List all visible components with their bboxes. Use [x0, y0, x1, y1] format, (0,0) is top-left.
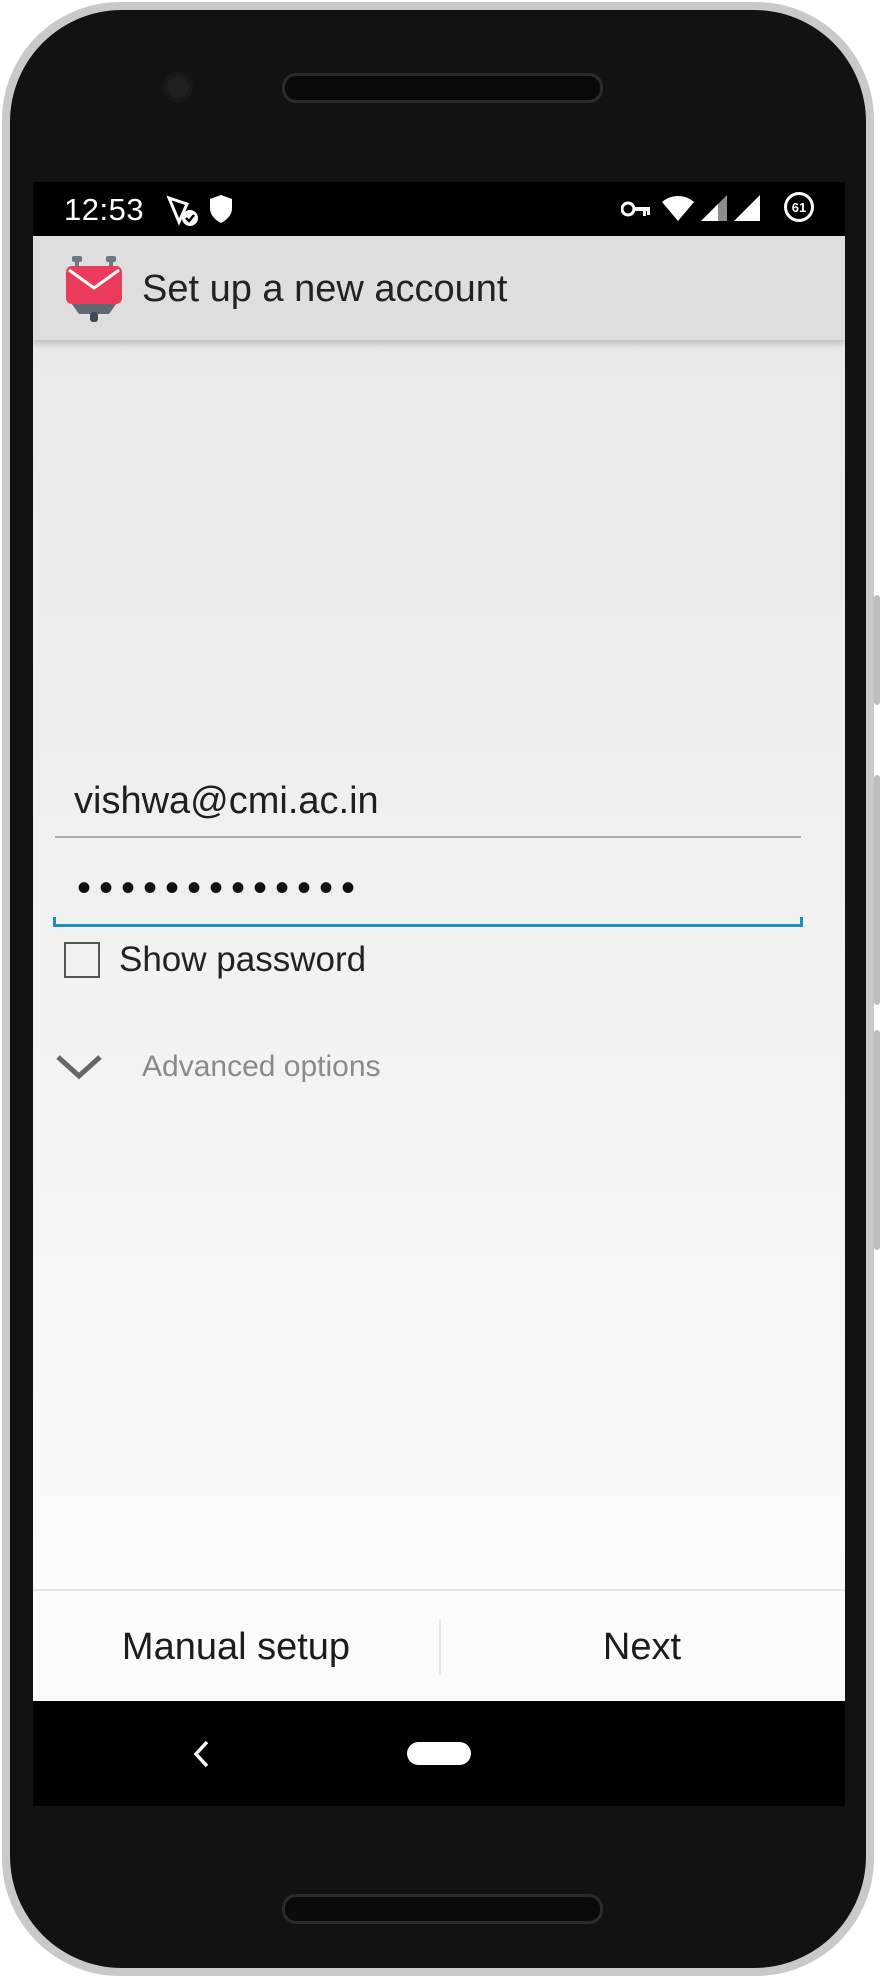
show-password-checkbox[interactable] — [64, 942, 100, 978]
password-field[interactable]: ••••••••••••• — [53, 858, 803, 927]
app-bar: Set up a new account — [33, 236, 845, 340]
signal-icon — [701, 195, 727, 221]
volume-up-button — [874, 775, 880, 1005]
satellite-check-icon — [166, 195, 198, 226]
bottom-button-bar: Manual setup Next — [33, 1589, 845, 1703]
next-button[interactable]: Next — [439, 1591, 845, 1703]
battery-level: 61 — [791, 199, 807, 215]
vpn-key-icon — [621, 201, 650, 217]
status-time: 12:53 — [64, 192, 145, 227]
navigation-bar — [33, 1701, 845, 1806]
email-value: vishwa@cmi.ac.in — [74, 780, 379, 822]
phone-screen: 12:53 61 Set up a new account vishwa@cmi… — [33, 182, 845, 1806]
email-field[interactable]: vishwa@cmi.ac.in — [55, 770, 801, 838]
advanced-options-toggle[interactable]: Advanced options — [142, 1050, 381, 1084]
show-password-label[interactable]: Show password — [119, 940, 366, 980]
back-icon[interactable] — [191, 1739, 211, 1769]
battery-icon: 61 — [784, 192, 814, 222]
power-button — [874, 595, 880, 705]
status-bar: 12:53 61 — [33, 182, 845, 236]
signal-icon — [734, 195, 760, 221]
page-title: Set up a new account — [142, 268, 508, 310]
setup-form: vishwa@cmi.ac.in ••••••••••••• Show pass… — [33, 340, 845, 1589]
manual-setup-button[interactable]: Manual setup — [33, 1591, 439, 1703]
bottom-speaker — [282, 1894, 603, 1924]
volume-down-button — [874, 1030, 880, 1250]
front-camera — [163, 72, 193, 102]
wifi-icon — [662, 196, 694, 221]
shield-icon — [210, 195, 232, 223]
home-button[interactable] — [407, 1742, 471, 1765]
k9-mail-logo-icon — [66, 256, 122, 322]
chevron-down-icon[interactable] — [53, 1048, 105, 1084]
password-value: ••••••••••••• — [77, 866, 364, 910]
top-speaker — [282, 73, 603, 103]
